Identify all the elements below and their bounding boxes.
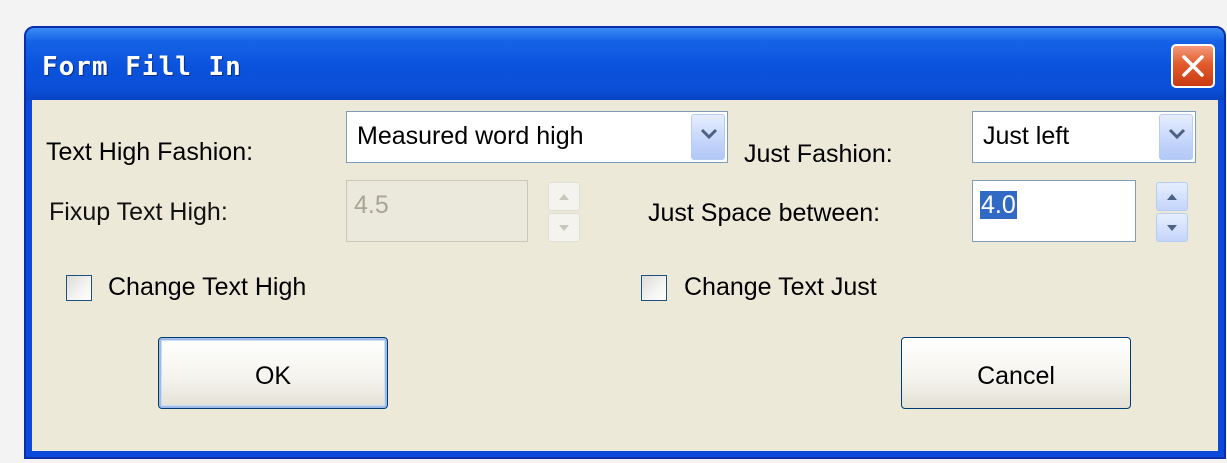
dialog-client-area: Text High Fashion: Measured word high Ju… [32, 100, 1218, 451]
just-space-between-value-wrap: 4.0 [980, 191, 1017, 220]
text-high-fashion-label: Text High Fashion: [46, 138, 254, 166]
just-space-between-value: 4.0 [980, 191, 1017, 219]
spin-up-button[interactable] [548, 182, 580, 211]
just-space-between-input[interactable]: 4.0 [972, 180, 1136, 242]
cancel-button[interactable]: Cancel [901, 337, 1131, 409]
ok-button[interactable]: OK [158, 337, 388, 409]
window-title: Form Fill In [42, 52, 242, 82]
fixup-text-high-label: Fixup Text High: [49, 198, 228, 226]
spin-up-button[interactable] [1156, 182, 1188, 211]
text-high-fashion-select[interactable]: Measured word high [346, 111, 728, 163]
just-space-between-spinner[interactable] [1156, 182, 1188, 242]
change-text-high-checkbox[interactable] [66, 275, 92, 301]
cancel-button-label: Cancel [977, 362, 1055, 390]
text-high-fashion-dropdown-button[interactable] [691, 114, 725, 160]
close-x-icon [1182, 55, 1204, 77]
dialog-window: Form Fill In Text High Fashion: Measured… [24, 26, 1226, 459]
chevron-down-icon [700, 128, 718, 140]
just-fashion-select[interactable]: Just left [972, 111, 1196, 163]
close-button[interactable] [1171, 44, 1215, 88]
change-text-high-label[interactable]: Change Text High [108, 273, 306, 302]
just-space-between-label: Just Space between: [648, 199, 881, 227]
fixup-text-high-input[interactable]: 4.5 [346, 180, 528, 242]
spin-down-button[interactable] [548, 213, 580, 242]
just-fashion-dropdown-button[interactable] [1159, 114, 1193, 160]
arrow-down-icon [1167, 225, 1177, 231]
ok-button-label: OK [254, 362, 292, 390]
text-high-fashion-value: Measured word high [357, 122, 584, 150]
just-fashion-value: Just left [983, 122, 1070, 150]
spin-down-button[interactable] [1156, 213, 1188, 242]
title-bar[interactable]: Form Fill In [26, 28, 1224, 100]
chevron-down-icon [1168, 128, 1186, 140]
fixup-text-high-value: 4.5 [354, 191, 389, 219]
change-text-just-label[interactable]: Change Text Just [684, 273, 877, 302]
arrow-up-icon [1167, 194, 1177, 200]
arrow-down-icon [559, 225, 569, 231]
fixup-text-high-spinner[interactable] [548, 182, 580, 242]
arrow-up-icon [559, 194, 569, 200]
change-text-just-checkbox[interactable] [641, 275, 667, 301]
just-fashion-label: Just Fashion: [744, 140, 893, 168]
